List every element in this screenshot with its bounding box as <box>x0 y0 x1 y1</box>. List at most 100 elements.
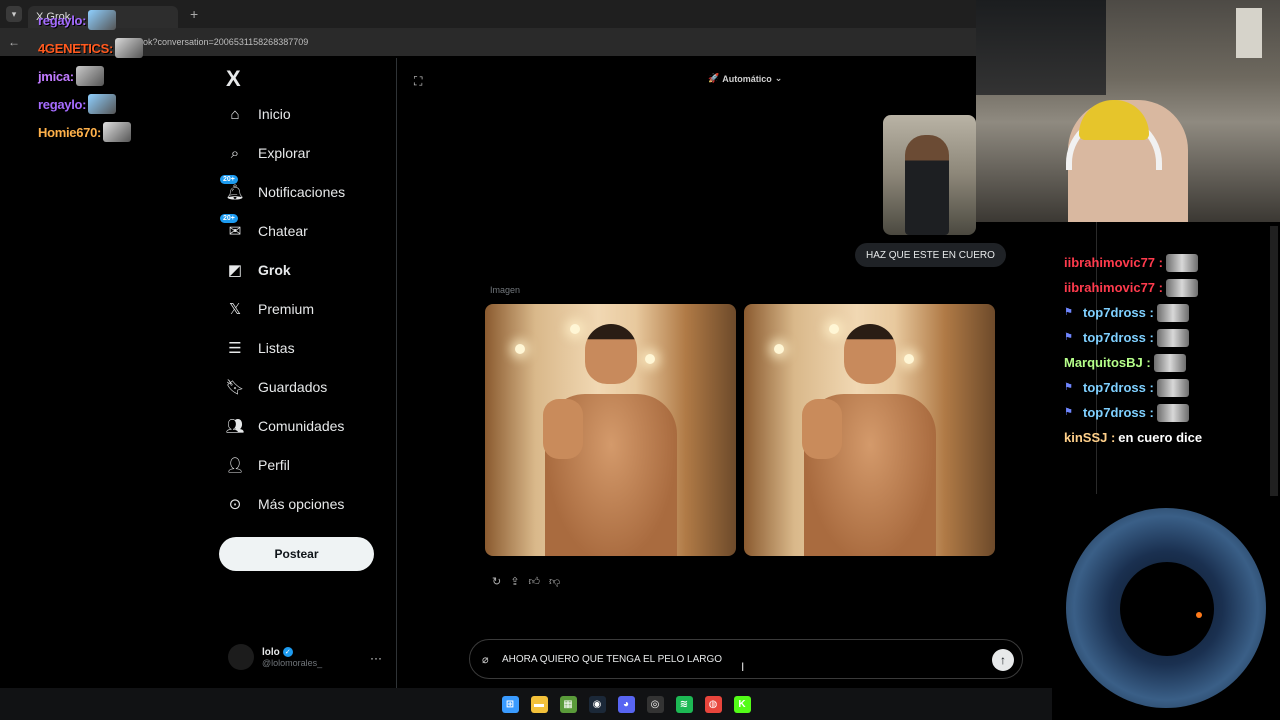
chat-message: ⚑ top7dross : <box>1064 300 1274 325</box>
sub-badge-icon: ⚑ <box>1064 332 1073 343</box>
sidebar-item-label: Guardados <box>258 379 328 395</box>
figure-head <box>844 324 896 384</box>
chat-message: MarquitosBJ : <box>1064 350 1274 375</box>
figure-hand <box>802 399 842 459</box>
spotify-icon[interactable]: ≋ <box>675 695 693 713</box>
chat-message: ⚑ top7dross : <box>1064 325 1274 350</box>
communities-icon: 👥︎ <box>225 418 245 435</box>
paperclip-icon[interactable]: ⌀ <box>482 653 498 666</box>
send-button[interactable]: ↑ <box>992 649 1014 671</box>
figure-hand <box>543 399 583 459</box>
audio-visualizer <box>1066 508 1266 708</box>
prompt-input[interactable] <box>502 653 952 665</box>
sidebar-item-explorar[interactable]: ⌕ Explorar <box>226 144 310 162</box>
generated-image[interactable] <box>485 304 736 556</box>
user-image-figure <box>905 135 949 235</box>
sidebar-item-más-opciones[interactable]: ⊙ Más opciones <box>226 495 345 513</box>
notification-badge: 20+ <box>220 214 238 223</box>
chat-username: top7dross : <box>1083 330 1154 345</box>
chevron-down-icon: ⌄ <box>774 73 783 83</box>
post-button[interactable]: Postear <box>219 537 374 571</box>
visualizer-dot <box>1196 612 1202 618</box>
chat-emote-icon <box>103 122 132 142</box>
bookmark-icon: 🔖︎ <box>225 379 245 396</box>
rocket-icon: 🚀 <box>708 73 720 83</box>
chat-emote-icon <box>1156 378 1189 397</box>
bell-icon: 🔔︎ 20+ <box>220 175 245 201</box>
expand-icon[interactable]: ⛶ <box>414 74 422 89</box>
chat-username: Homie670: <box>38 124 102 140</box>
windows-icon[interactable]: ⊞ <box>501 695 519 713</box>
sidebar-item-comunidades[interactable]: 👥︎ Comunidades <box>225 417 344 435</box>
sidebar-item-chatear[interactable]: ✉ 20+ Chatear <box>220 214 308 240</box>
x-sidebar: X ⌂ Inicio ⌕ Explorar 🔔︎ 20+ Notificaciones ✉ 20… <box>214 58 396 688</box>
sidebar-item-grok[interactable]: ◩ Grok <box>226 261 291 279</box>
chat-scrollbar[interactable] <box>1270 226 1278 496</box>
sidebar-divider <box>396 58 397 688</box>
share-icon[interactable]: ⇪ <box>510 575 519 588</box>
chat-username: jmica: <box>38 68 74 84</box>
verified-badge-icon: ✓ <box>282 647 293 657</box>
regenerate-icon[interactable]: ↻ <box>492 575 501 588</box>
chrome-icon[interactable]: ◍ <box>704 695 722 713</box>
steam-icon[interactable]: ◉ <box>588 695 606 713</box>
webcam-lamp <box>1236 8 1262 58</box>
user-icon: 👤︎ <box>225 457 245 474</box>
mail-icon: ✉ 20+ <box>220 214 244 240</box>
more-circle-icon: ⊙ <box>228 496 242 513</box>
kick-icon[interactable]: K <box>733 695 751 713</box>
stream-overlay-chat: regaylo: 4GENETICS: jmica: regaylo: Homie670… <box>38 6 208 146</box>
user-uploaded-image[interactable] <box>883 115 976 235</box>
chat-message: iibrahimovic77 : <box>1064 275 1274 300</box>
chat-emote-icon <box>75 66 104 86</box>
response-actions: ↻ ⇪ 👍︎ 👎︎ <box>492 575 560 588</box>
sidebar-item-premium[interactable]: 𝕏 Premium <box>226 300 314 318</box>
generated-image[interactable] <box>744 304 995 556</box>
profile-handle: @lolomorales_ <box>262 657 323 668</box>
more-dots-icon[interactable]: ··· <box>370 651 382 665</box>
folder-icon[interactable]: ▬ <box>530 695 548 713</box>
discord-icon[interactable]: ◕ <box>617 695 635 713</box>
mode-selector[interactable]: 🚀 Automático ⌄ <box>708 73 782 84</box>
ceiling-light <box>774 344 784 354</box>
sidebar-item-perfil[interactable]: 👤︎ Perfil <box>225 456 289 474</box>
chat-message: iibrahimovic77 : <box>1064 250 1274 275</box>
sidebar-item-label: Más opciones <box>258 496 345 512</box>
sidebar-item-label: Notificaciones <box>258 184 346 200</box>
back-arrow-icon[interactable]: ← <box>8 35 24 49</box>
chat-username: regaylo: <box>38 12 87 28</box>
x-logo[interactable]: X <box>226 66 241 92</box>
chat-username: top7dross : <box>1083 405 1154 420</box>
overlay-chat-line: jmica: <box>38 62 208 90</box>
user-message-bubble: HAZ QUE ESTE EN CUERO <box>855 243 1006 267</box>
ceiling-light <box>515 344 525 354</box>
thumbs-up-icon[interactable]: 👍︎ <box>528 575 540 588</box>
search-icon: ⌕ <box>230 144 240 162</box>
tab-list-dropdown-icon[interactable]: ▾ <box>6 6 22 22</box>
sidebar-item-listas[interactable]: ☰ Listas <box>226 339 294 357</box>
sidebar-item-notificaciones[interactable]: 🔔︎ 20+ Notificaciones <box>220 175 346 201</box>
chat-emote-icon <box>1153 353 1186 372</box>
chat-username: iibrahimovic77 : <box>1064 280 1163 295</box>
chat-emote-icon <box>1156 328 1189 347</box>
grok-input-bar: ⌀ ↑ <box>469 639 1023 679</box>
chat-emote-icon <box>1156 403 1189 422</box>
sidebar-item-label: Chatear <box>258 223 308 239</box>
obs-icon[interactable]: ◎ <box>646 695 664 713</box>
overlay-chat-line: Homie670: <box>38 118 208 146</box>
sidebar-item-inicio[interactable]: ⌂ Inicio <box>226 105 290 123</box>
overlay-chat-line: regaylo: <box>38 6 208 34</box>
notification-badge: 20+ <box>220 175 238 184</box>
ceiling-light <box>904 354 914 364</box>
x-premium-icon: 𝕏 <box>228 301 242 318</box>
minecraft-icon[interactable]: ▦ <box>559 695 577 713</box>
sidebar-item-guardados[interactable]: 🔖︎ Guardados <box>225 378 328 396</box>
chat-username: top7dross : <box>1083 305 1154 320</box>
home-icon: ⌂ <box>230 105 240 123</box>
sidebar-item-label: Explorar <box>258 145 311 161</box>
ceiling-light <box>829 324 839 334</box>
mode-label: Automático <box>722 73 772 84</box>
sidebar-item-label: Grok <box>258 262 291 278</box>
thumbs-down-icon[interactable]: 👎︎ <box>549 575 560 588</box>
profile-menu[interactable]: lolo ✓ @lolomorales_ <box>228 644 322 670</box>
